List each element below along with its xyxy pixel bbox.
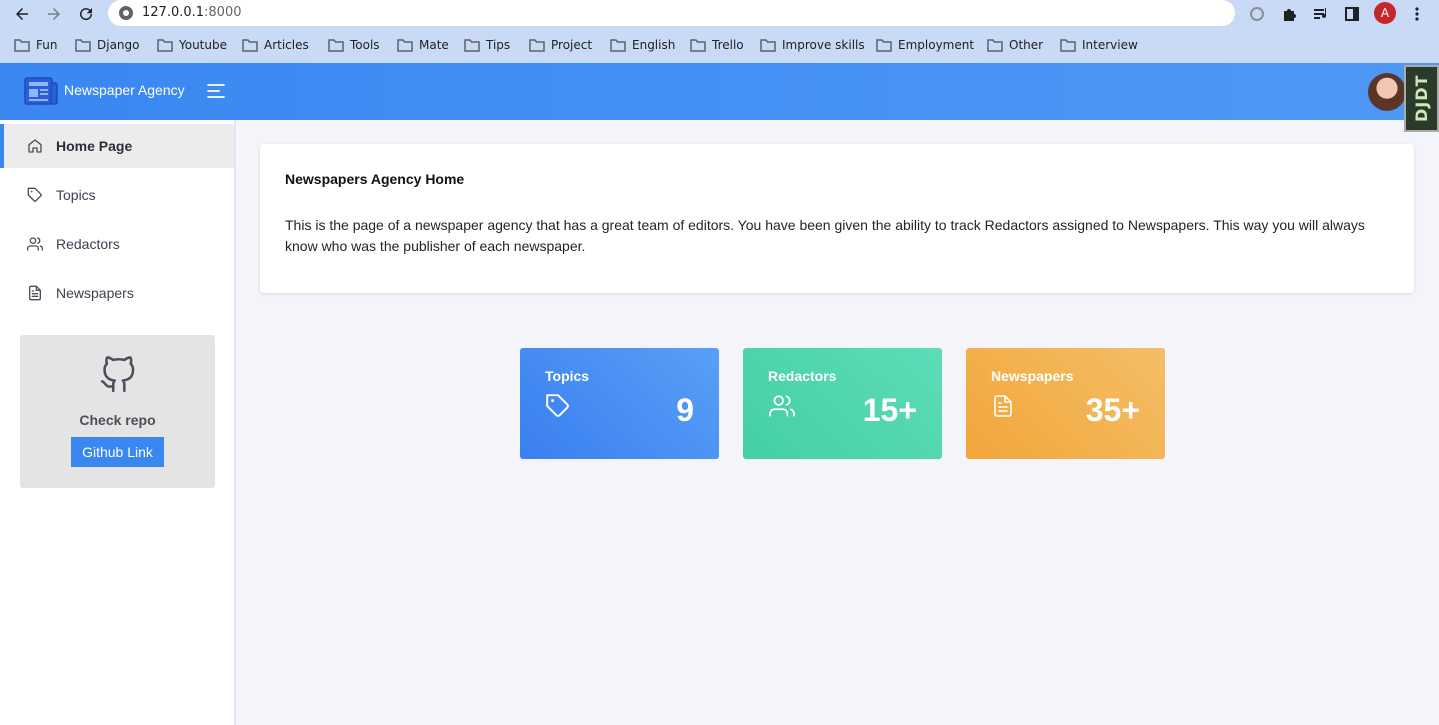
stat-label: Newspapers: [991, 368, 1074, 384]
back-arrow-icon[interactable]: [11, 3, 33, 25]
bookmark-folder[interactable]: Employment: [876, 34, 974, 56]
folder-icon: [876, 38, 892, 52]
site-info-icon[interactable]: [118, 5, 134, 25]
bookmark-folder[interactable]: Articles: [242, 34, 309, 56]
sidebar-item-label: Newspapers: [56, 285, 134, 301]
bookmark-folder[interactable]: Mate: [397, 34, 449, 56]
file-text-icon: [991, 393, 1015, 424]
address-bar[interactable]: 127.0.0.1:8000: [108, 0, 1235, 26]
stat-value: 15+: [862, 392, 917, 428]
home-icon: [28, 139, 42, 153]
file-text-icon: [29, 285, 41, 301]
bookmark-folder[interactable]: Tools: [328, 34, 380, 56]
bookmark-folder[interactable]: Improve skills: [760, 34, 865, 56]
kebab-menu-icon[interactable]: [1406, 3, 1428, 25]
home-card: Newspapers Agency Home This is the page …: [260, 144, 1414, 293]
stat-label: Redactors: [768, 368, 837, 384]
bookmark-folder[interactable]: Trello: [690, 34, 744, 56]
reload-icon[interactable]: [75, 3, 97, 25]
bookmark-folder[interactable]: Other: [987, 34, 1043, 56]
stat-card-newspapers[interactable]: Newspapers 35+: [966, 348, 1165, 459]
folder-icon: [242, 38, 258, 52]
github-icon: [99, 355, 137, 399]
bookmark-folder[interactable]: Tips: [464, 34, 510, 56]
brand-name[interactable]: Newspaper Agency: [64, 82, 185, 98]
folder-icon: [14, 38, 30, 52]
folder-icon: [157, 38, 173, 52]
bookmark-folder[interactable]: English: [610, 34, 675, 56]
tag-icon: [545, 393, 571, 424]
url-text: 127.0.0.1:8000: [142, 5, 242, 20]
folder-icon: [464, 38, 480, 52]
media-icon[interactable]: [1310, 3, 1332, 25]
bookmark-folder[interactable]: Fun: [14, 34, 57, 56]
stat-label: Topics: [545, 368, 590, 384]
sidepanel-icon[interactable]: [1341, 3, 1363, 25]
stat-value: 35+: [1085, 392, 1140, 428]
stat-card-topics[interactable]: Topics 9: [520, 348, 719, 459]
sidebar-item-label: Topics: [56, 187, 96, 203]
extension-icon[interactable]: [1246, 3, 1268, 25]
user-avatar[interactable]: [1368, 73, 1406, 111]
browser-chrome: 127.0.0.1:8000 A Fun Django Youtube Arti…: [0, 0, 1439, 63]
stat-value: 9: [676, 392, 694, 428]
folder-icon: [610, 38, 626, 52]
newspaper-logo-icon[interactable]: [24, 76, 58, 110]
menu-toggle-icon[interactable]: [207, 83, 225, 103]
folder-icon: [75, 38, 91, 52]
users-icon: [27, 237, 43, 251]
folder-icon: [1060, 38, 1076, 52]
page-description: This is the page of a newspaper agency t…: [285, 217, 1365, 254]
github-link-button[interactable]: Github Link: [71, 437, 164, 467]
folder-icon: [397, 38, 413, 52]
repo-card: Check repo Github Link: [20, 335, 215, 488]
puzzle-icon[interactable]: [1278, 3, 1300, 25]
bookmark-folder[interactable]: Interview: [1060, 34, 1138, 56]
sidebar: Home Page Topics Redactors Newspapers Ch…: [0, 120, 236, 725]
stat-card-redactors[interactable]: Redactors 15+: [743, 348, 942, 459]
users-icon: [768, 393, 796, 424]
sidebar-item-home[interactable]: Home Page: [0, 124, 234, 168]
folder-icon: [690, 38, 706, 52]
bookmark-folder[interactable]: Django: [75, 34, 140, 56]
page-title: Newspapers Agency Home: [285, 171, 465, 187]
djdt-toolbar-handle[interactable]: DJDT: [1404, 65, 1439, 132]
sidebar-item-label: Redactors: [56, 236, 120, 252]
forward-arrow-icon[interactable]: [43, 3, 65, 25]
folder-icon: [328, 38, 344, 52]
profile-avatar[interactable]: A: [1374, 2, 1396, 24]
folder-icon: [987, 38, 1003, 52]
bookmark-folder[interactable]: Project: [529, 34, 592, 56]
app-header: Newspaper Agency: [0, 63, 1439, 120]
bookmark-folder[interactable]: Youtube: [157, 34, 227, 56]
repo-title: Check repo: [79, 412, 156, 428]
sidebar-item-topics[interactable]: Topics: [0, 173, 234, 217]
folder-icon: [529, 38, 545, 52]
sidebar-item-redactors[interactable]: Redactors: [0, 222, 234, 266]
folder-icon: [760, 38, 776, 52]
sidebar-item-newspapers[interactable]: Newspapers: [0, 271, 234, 315]
sidebar-item-label: Home Page: [56, 138, 133, 154]
tag-icon: [27, 187, 42, 202]
